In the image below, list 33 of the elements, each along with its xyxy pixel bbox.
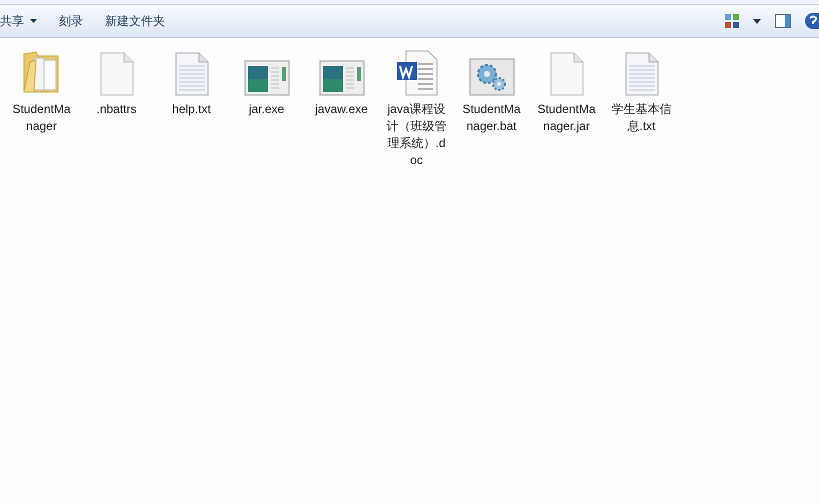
file-item[interactable]: .nbattrs (79, 46, 154, 118)
toolbar-button[interactable]: 新建文件夹 (99, 9, 171, 33)
file-name: StudentManager (12, 101, 72, 135)
preview-pane-icon[interactable] (775, 14, 791, 28)
file-item[interactable]: StudentManager.bat (454, 46, 529, 135)
text-file-icon (174, 52, 208, 96)
file-item[interactable]: StudentManager (4, 46, 79, 135)
file-name: jar.exe (248, 101, 286, 118)
program-window-icon (318, 60, 364, 96)
file-item[interactable]: javaw.exe (304, 46, 379, 118)
help-icon[interactable] (805, 13, 819, 29)
toolbar-button[interactable]: 刻录 (53, 9, 89, 33)
program-window-icon (244, 60, 290, 96)
file-item[interactable]: 学生基本信息.txt (604, 46, 679, 135)
file-name: .nbattrs (95, 101, 138, 118)
blank-file-icon (550, 52, 584, 96)
file-item[interactable]: jar.exe (229, 46, 304, 118)
file-item[interactable]: help.txt (154, 46, 229, 118)
file-name: help.txt (171, 101, 212, 118)
toolbar-button[interactable]: 共享 (0, 9, 43, 33)
word-document-icon (396, 50, 438, 96)
file-item[interactable]: java课程设计（班级管理系统）.doc (379, 46, 454, 169)
caret-icon[interactable] (753, 18, 761, 24)
view-options-icon[interactable] (725, 14, 739, 28)
file-name: StudentManager.bat (462, 101, 522, 135)
blank-file-icon (100, 52, 134, 96)
file-name: 学生基本信息.txt (612, 101, 672, 135)
file-item[interactable]: StudentManager.jar (529, 46, 604, 135)
text-file-icon (624, 52, 658, 96)
file-name: javaw.exe (314, 101, 369, 118)
file-name: StudentManager.jar (536, 101, 596, 135)
gears-window-icon (468, 58, 514, 96)
file-name: java课程设计（班级管理系统）.doc (386, 101, 446, 169)
